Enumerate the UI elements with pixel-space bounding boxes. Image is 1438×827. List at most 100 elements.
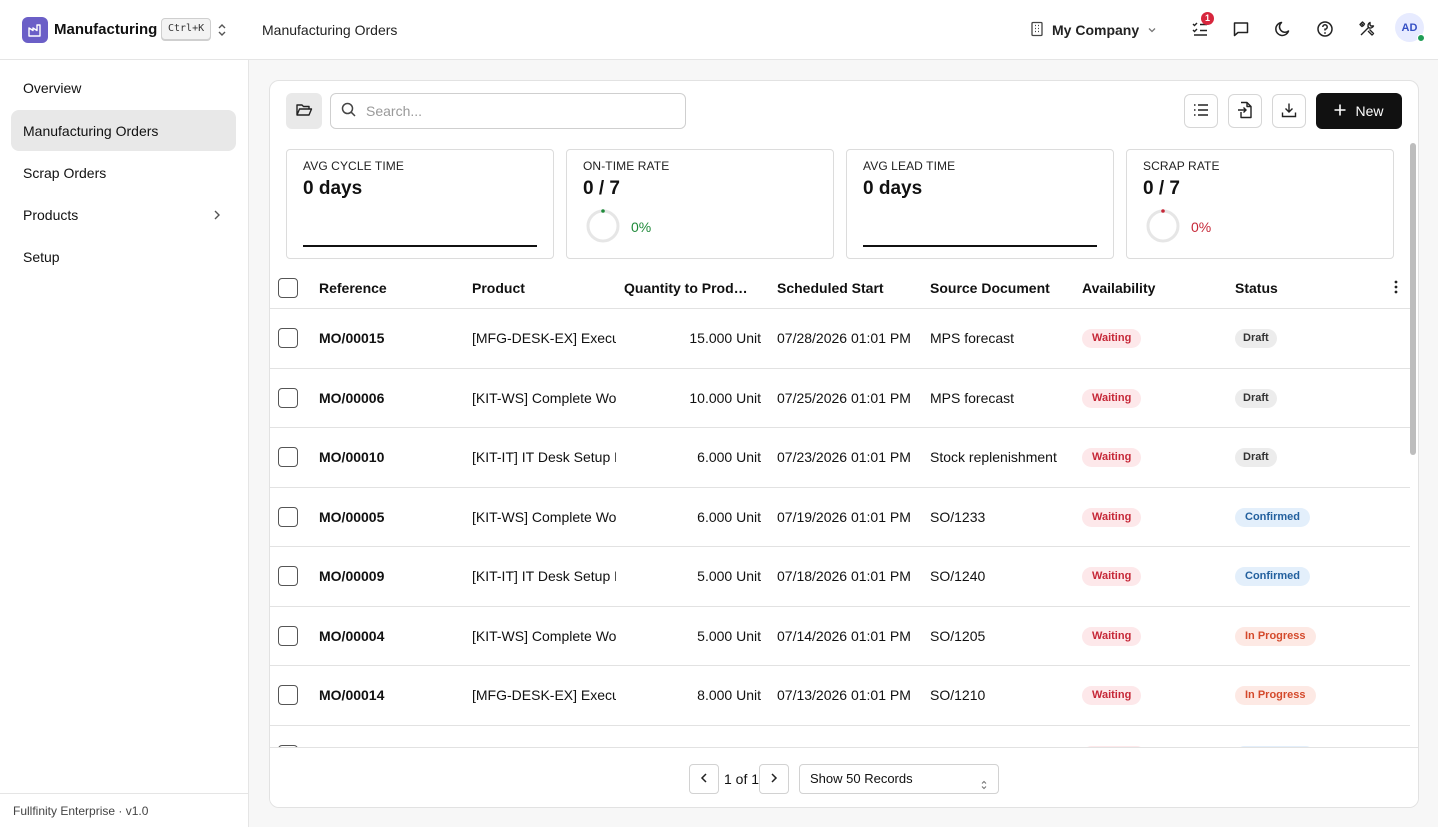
avatar[interactable]: AD xyxy=(1395,13,1425,42)
cell-scheduled-start: 07/13/2026 01:01 PM xyxy=(777,687,911,703)
table-row[interactable]: MO/00009 [KIT-IT] IT Desk Setup Kit 5.000 … xyxy=(270,547,1410,607)
row-checkbox[interactable] xyxy=(278,387,298,408)
theme-toggle-button[interactable] xyxy=(1270,17,1296,43)
scrollbar-thumb[interactable] xyxy=(1410,143,1416,455)
plus-icon xyxy=(1334,103,1346,119)
list-view-button[interactable] xyxy=(1184,94,1218,128)
table-row[interactable]: MO/00014 [MFG-DESK-EX] Executive Desk 8.00… xyxy=(270,666,1410,726)
cell-source-document: MPS forecast xyxy=(930,330,1015,346)
page-indicator: 1 of 1 xyxy=(724,771,760,787)
tools-icon xyxy=(1358,20,1376,41)
cell-reference[interactable]: MO/00004 xyxy=(319,628,459,644)
progress-ring xyxy=(1146,209,1180,243)
table-row[interactable]: MO/00006 [KIT-WS] Complete Workstation 10.… xyxy=(270,369,1410,428)
page-size-value: Show 50 Records xyxy=(810,771,913,786)
column-header-availability[interactable]: Availability xyxy=(1082,280,1222,296)
status-badge: In Progress xyxy=(1235,626,1316,646)
status-badge: Confirmed xyxy=(1235,567,1310,586)
import-button[interactable] xyxy=(1228,94,1262,128)
sidebar-item-manufacturing-orders[interactable]: Manufacturing Orders xyxy=(11,110,236,151)
company-name: My Company xyxy=(1052,22,1140,38)
row-checkbox[interactable] xyxy=(278,566,298,586)
row-checkbox[interactable] xyxy=(278,328,298,348)
export-button[interactable] xyxy=(1272,94,1306,128)
select-all-checkbox[interactable] xyxy=(278,278,298,298)
column-header-reference[interactable]: Reference xyxy=(319,280,459,296)
saved-views-button[interactable] xyxy=(286,93,322,129)
page-size-select[interactable]: Show 50 Records xyxy=(799,764,999,794)
next-page-button[interactable] xyxy=(759,764,789,794)
orders-table: Reference Product Quantity to Produce Sc… xyxy=(270,267,1410,747)
kpi-avg-cycle-time: AVG CYCLE TIME 0 days xyxy=(286,149,554,259)
table-row[interactable] xyxy=(270,726,1410,747)
cell-reference[interactable]: MO/00010 xyxy=(319,449,459,465)
chevron-right-icon xyxy=(770,771,778,787)
cell-product: [KIT-WS] Complete Workstation xyxy=(472,389,616,406)
chevron-down-icon xyxy=(1147,22,1157,38)
cell-reference[interactable]: MO/00015 xyxy=(319,330,459,346)
table-row[interactable]: MO/00004 [KIT-WS] Complete Workstation 5.0… xyxy=(270,607,1410,666)
table-scrollbar[interactable] xyxy=(1408,141,1418,749)
column-options-icon[interactable] xyxy=(1394,280,1398,297)
cell-product: [KIT-IT] IT Desk Setup Kit xyxy=(472,568,616,584)
kpi-label: AVG LEAD TIME xyxy=(863,159,956,173)
table-row[interactable]: MO/00015 [MFG-DESK-EX] Executive Desk 15.0… xyxy=(270,309,1410,369)
kpi-percent: 0% xyxy=(631,219,652,235)
tools-button[interactable] xyxy=(1354,17,1380,43)
messages-button[interactable] xyxy=(1228,17,1254,43)
row-checkbox[interactable] xyxy=(278,685,298,705)
search-box[interactable] xyxy=(330,93,686,129)
sidebar-item-products[interactable]: Products xyxy=(11,194,236,235)
help-button[interactable] xyxy=(1312,17,1338,43)
sidebar-item-label: Overview xyxy=(23,79,82,96)
cell-reference[interactable]: MO/00005 xyxy=(319,509,459,525)
search-input[interactable] xyxy=(366,103,666,119)
cell-reference[interactable]: MO/00009 xyxy=(319,568,459,584)
kpi-sparkline xyxy=(863,245,1097,247)
sidebar-item-label: Setup xyxy=(23,248,60,265)
cell-source-document: Stock replenishment xyxy=(930,449,1057,465)
row-checkbox[interactable] xyxy=(278,506,298,527)
cell-source-document: MPS forecast xyxy=(930,389,1015,406)
column-header-source-document[interactable]: Source Document xyxy=(930,280,1070,296)
table-row[interactable]: MO/00005 [KIT-WS] Complete Workstation 6.0… xyxy=(270,488,1410,547)
tasks-button[interactable]: 1 xyxy=(1187,12,1214,43)
prev-page-button[interactable] xyxy=(689,764,719,794)
cell-source-document: SO/1205 xyxy=(930,627,986,644)
column-header-product[interactable]: Product xyxy=(472,280,612,296)
sidebar: Overview Manufacturing Orders Scrap Orde… xyxy=(0,60,249,827)
table-header: Reference Product Quantity to Produce Sc… xyxy=(270,267,1410,309)
cell-scheduled-start: 07/28/2026 01:01 PM xyxy=(777,330,911,346)
row-checkbox[interactable] xyxy=(278,447,298,467)
new-button[interactable]: New xyxy=(1316,93,1402,129)
chevron-updown-icon xyxy=(980,773,988,801)
help-icon xyxy=(1316,20,1334,41)
sidebar-item-overview[interactable]: Overview xyxy=(11,67,236,108)
column-header-status[interactable]: Status xyxy=(1235,280,1375,296)
sidebar-item-scrap-orders[interactable]: Scrap Orders xyxy=(11,152,236,193)
company-switcher[interactable]: My Company xyxy=(1030,20,1157,40)
folder-open-icon xyxy=(295,102,313,121)
cell-quantity: 6.000 Unit xyxy=(697,508,761,525)
app-switcher-icon[interactable] xyxy=(216,22,228,38)
column-header-scheduled-start[interactable]: Scheduled Start xyxy=(777,280,917,296)
kpi-scrap-rate: SCRAP RATE 0 / 7 0% xyxy=(1126,149,1394,259)
cell-product: [KIT-IT] IT Desk Setup Kit xyxy=(472,449,616,465)
moon-icon xyxy=(1274,20,1292,41)
kpi-sparkline xyxy=(303,245,537,247)
page-title: Manufacturing Orders xyxy=(262,22,398,38)
table-row[interactable]: MO/00010 [KIT-IT] IT Desk Setup Kit 6.000 … xyxy=(270,428,1410,488)
status-badge: Draft xyxy=(1235,448,1277,467)
column-header-quantity[interactable]: Quantity to Produce xyxy=(624,280,755,296)
row-checkbox[interactable] xyxy=(278,625,298,646)
factory-icon[interactable] xyxy=(22,17,48,43)
app-name[interactable]: Manufacturing xyxy=(54,21,157,38)
list-card: New AVG CYCLE TIME 0 days ON-TIME RATE 0… xyxy=(269,80,1419,808)
status-badge: In Progress xyxy=(1235,686,1316,705)
cell-reference[interactable]: MO/00006 xyxy=(319,390,459,406)
download-icon xyxy=(1281,102,1297,121)
sidebar-item-setup[interactable]: Setup xyxy=(11,236,236,277)
cell-reference[interactable]: MO/00014 xyxy=(319,687,459,703)
availability-badge: Waiting xyxy=(1082,626,1142,646)
cell-quantity: 10.000 Unit xyxy=(689,389,761,406)
